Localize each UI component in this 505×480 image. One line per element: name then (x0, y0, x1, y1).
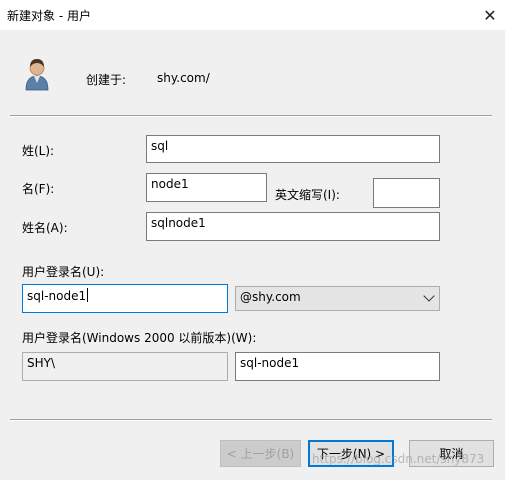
create-in-value: shy.com/ (157, 71, 210, 85)
chevron-down-icon (423, 290, 435, 302)
logon-name-field[interactable]: sql-node1 (22, 284, 228, 313)
user-icon (25, 59, 49, 91)
pre2000-domain-field: SHY\ (22, 352, 228, 381)
initials-label: 英文缩写(I): (275, 188, 340, 202)
close-icon: ✕ (483, 5, 497, 25)
first-name-label: 名(F): (22, 182, 55, 196)
separator-top (10, 115, 492, 117)
logon-name-value: sql-node1 (27, 289, 87, 303)
separator-bottom (10, 419, 492, 421)
logon-name-label: 用户登录名(U): (22, 265, 105, 279)
last-name-label: 姓(L): (22, 144, 55, 158)
watermark-text: https://blog.csdn.net/shy873 (312, 452, 485, 466)
full-name-label: 姓名(A): (22, 221, 68, 235)
back-button[interactable]: < 上一步(B) (220, 440, 301, 467)
create-in-label: 创建于: (86, 73, 127, 87)
pre2000-label: 用户登录名(Windows 2000 以前版本)(W): (22, 331, 257, 345)
full-name-field[interactable]: sqlnode1 (146, 212, 440, 241)
domain-select-value: @shy.com (240, 290, 301, 304)
window-title: 新建对象 - 用户 (7, 9, 91, 23)
title-bar: 新建对象 - 用户 ✕ (0, 0, 505, 30)
initials-field[interactable] (373, 178, 440, 208)
first-name-field[interactable]: node1 (146, 173, 267, 202)
text-caret (87, 288, 89, 302)
pre2000-name-field[interactable]: sql-node1 (235, 352, 440, 381)
close-button[interactable]: ✕ (475, 0, 505, 30)
last-name-field[interactable]: sql (146, 135, 440, 163)
domain-select[interactable]: @shy.com (235, 286, 440, 311)
